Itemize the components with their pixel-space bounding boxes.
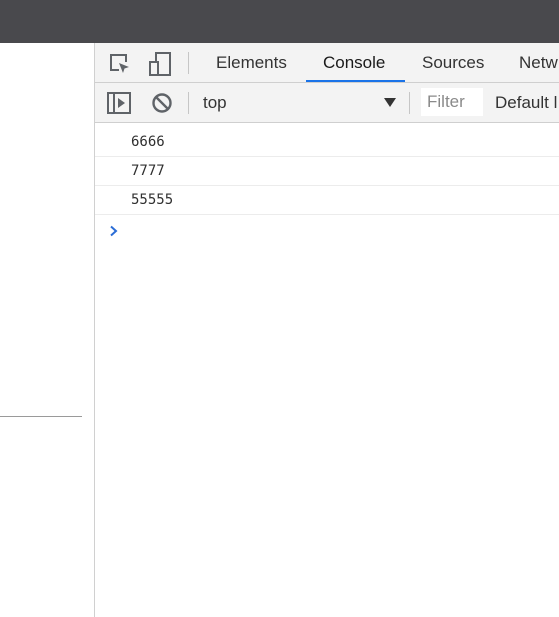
- tab-elements[interactable]: Elements: [216, 43, 287, 82]
- console-message: 55555: [95, 186, 559, 215]
- context-selector[interactable]: top: [203, 83, 227, 123]
- tab-sources[interactable]: Sources: [422, 43, 484, 82]
- log-levels-dropdown[interactable]: Default l: [495, 83, 557, 123]
- chevron-right-icon[interactable]: [109, 224, 119, 242]
- console-toolbar: top Default l: [95, 83, 559, 123]
- toolbar-separator: [188, 92, 189, 114]
- page-viewport: [0, 43, 94, 617]
- console-message-text: 55555: [131, 192, 174, 208]
- toolbar-separator-2: [409, 92, 410, 114]
- tab-network[interactable]: Netw: [519, 43, 558, 82]
- window-titlebar: [0, 0, 559, 43]
- devtools-panel: Elements Console Sources Netw top Defaul…: [94, 43, 559, 617]
- filter-input[interactable]: [421, 88, 483, 116]
- active-tab-indicator: [306, 80, 405, 82]
- tabbar-separator: [188, 52, 189, 74]
- show-sidebar-icon[interactable]: [107, 92, 131, 119]
- device-toggle-icon[interactable]: [147, 51, 173, 82]
- console-message-text: 7777: [131, 163, 165, 179]
- devtools-tabbar: Elements Console Sources Netw: [95, 43, 559, 83]
- console-message: 6666: [95, 128, 559, 157]
- page-divider-line: [0, 416, 82, 417]
- dropdown-arrow-icon[interactable]: [384, 98, 396, 107]
- inspect-element-icon[interactable]: [108, 52, 132, 81]
- console-message: 7777: [95, 157, 559, 186]
- tab-console[interactable]: Console: [323, 43, 385, 82]
- console-message-text: 6666: [131, 134, 165, 150]
- clear-console-icon[interactable]: [151, 92, 173, 119]
